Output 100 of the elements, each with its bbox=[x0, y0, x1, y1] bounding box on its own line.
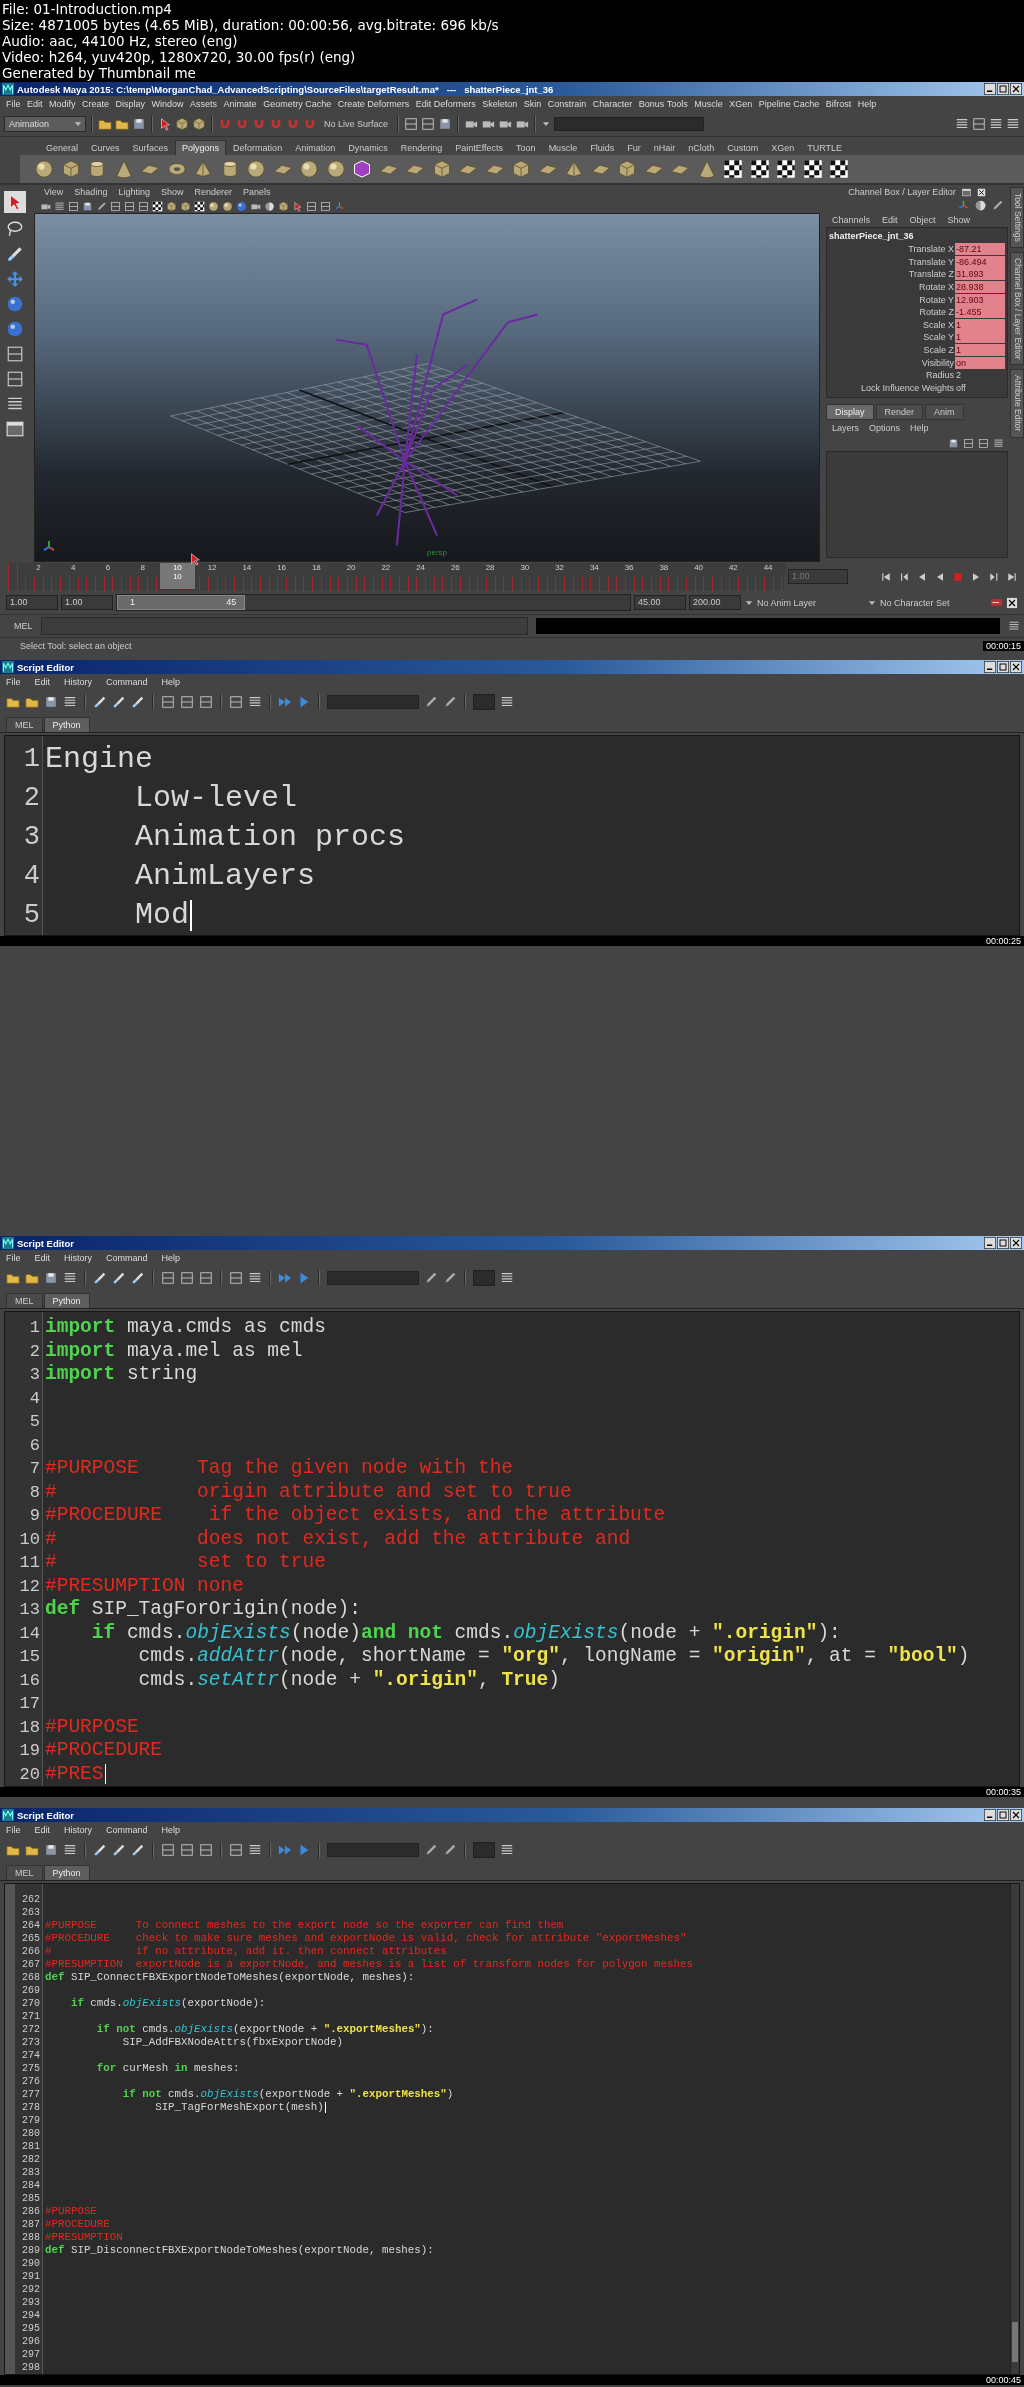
code-line[interactable]: Mod bbox=[45, 896, 190, 935]
menu-item[interactable]: File bbox=[6, 99, 21, 109]
step-forward-icon[interactable] bbox=[988, 570, 1000, 583]
lines-icon[interactable] bbox=[54, 200, 65, 212]
shelf-tab[interactable]: Fur bbox=[621, 141, 647, 155]
menu-item[interactable]: Help bbox=[857, 99, 877, 109]
brush-icon[interactable] bbox=[93, 1271, 107, 1285]
cube-icon[interactable] bbox=[180, 200, 191, 212]
cube-icon[interactable] bbox=[617, 159, 637, 179]
lines-icon[interactable] bbox=[248, 1843, 262, 1857]
menu-item[interactable]: Create Deformers bbox=[337, 99, 410, 109]
sphere-icon[interactable] bbox=[236, 200, 247, 212]
lines-icon[interactable] bbox=[1008, 619, 1020, 632]
cube-icon[interactable] bbox=[352, 159, 372, 179]
shelf-tab[interactable]: Custom bbox=[721, 141, 765, 155]
lines-icon[interactable] bbox=[248, 1271, 262, 1285]
panel-icon[interactable] bbox=[161, 1271, 175, 1285]
code-line[interactable]: if cmds.objExists(exportNode): bbox=[45, 1997, 266, 2010]
folder-icon[interactable] bbox=[25, 1843, 39, 1857]
code-line[interactable]: def SIP_TagForOrigin(node): bbox=[45, 1598, 361, 1622]
menu-item[interactable]: File bbox=[6, 1253, 21, 1263]
skip-start-icon[interactable] bbox=[880, 570, 892, 583]
fast-forward-icon[interactable] bbox=[278, 1843, 292, 1857]
panel-icon[interactable] bbox=[199, 1843, 213, 1857]
shelf-tab[interactable]: nCloth bbox=[682, 141, 721, 155]
channel-menu-item[interactable]: Show bbox=[947, 215, 971, 225]
panel-icon[interactable] bbox=[161, 1843, 175, 1857]
code-line[interactable]: if cmds.objExists(node)and not cmds.objExists(node + ".origin"): bbox=[45, 1621, 841, 1645]
editor-tab[interactable]: Python bbox=[43, 717, 90, 732]
checker-icon[interactable] bbox=[194, 200, 205, 212]
checker-icon[interactable] bbox=[776, 159, 796, 179]
menu-item[interactable]: XGen bbox=[729, 99, 753, 109]
sphere-icon[interactable] bbox=[6, 320, 24, 338]
maximize-icon[interactable] bbox=[997, 1809, 1009, 1821]
panel-icon[interactable] bbox=[963, 438, 974, 450]
side-tab[interactable]: Channel Box / Layer Editor bbox=[1010, 251, 1024, 366]
code-line[interactable]: cmds.addAttr(node, shortName = "org", longName = "origin", at = "bool") bbox=[45, 1645, 970, 1669]
lines-icon[interactable] bbox=[500, 695, 514, 709]
shelf-tab[interactable]: Curves bbox=[85, 141, 126, 155]
menu-item[interactable]: Character bbox=[592, 99, 633, 109]
checker-icon[interactable] bbox=[749, 159, 770, 179]
attribute-value-field[interactable]: 12.903 bbox=[955, 293, 1005, 306]
pen-icon[interactable] bbox=[424, 695, 438, 709]
panel-icon[interactable] bbox=[110, 200, 121, 212]
brush-icon[interactable] bbox=[6, 245, 24, 263]
code-line[interactable]: SIP_TagForMeshExport(mesh) bbox=[45, 2101, 324, 2114]
panel-icon[interactable] bbox=[6, 345, 24, 363]
shelf-tab[interactable]: Deformation bbox=[227, 141, 289, 155]
minimize-icon[interactable] bbox=[984, 1809, 996, 1821]
maximize-icon[interactable] bbox=[997, 1237, 1009, 1249]
maximize-icon[interactable] bbox=[997, 83, 1009, 95]
menu-item[interactable]: Edit Deformers bbox=[415, 99, 476, 109]
code-line[interactable]: cmds.setAttr(node + ".origin", True) bbox=[45, 1668, 560, 1692]
menu-item[interactable]: Pipeline Cache bbox=[758, 99, 820, 109]
shelf-tab[interactable]: Muscle bbox=[542, 141, 584, 155]
panel-icon[interactable] bbox=[229, 695, 243, 709]
panel-icon[interactable] bbox=[306, 200, 317, 212]
menu-item[interactable]: Help bbox=[161, 1253, 181, 1263]
shelf-tab[interactable]: PaintEffects bbox=[449, 141, 510, 155]
shelf-tab[interactable]: Dynamics bbox=[342, 141, 394, 155]
sphere-icon[interactable] bbox=[325, 159, 346, 179]
search-field[interactable] bbox=[327, 695, 419, 709]
menu-item[interactable]: History bbox=[64, 1253, 93, 1263]
code-line[interactable]: Low-level bbox=[45, 779, 298, 818]
side-tab[interactable]: Attribute Editor bbox=[1010, 369, 1024, 438]
panel-icon[interactable] bbox=[199, 1271, 213, 1285]
sphere-icon[interactable] bbox=[222, 200, 233, 212]
menu-item[interactable]: Window bbox=[151, 99, 184, 109]
menu-item[interactable]: Assets bbox=[190, 99, 218, 109]
range-slider[interactable]: 1 45 bbox=[117, 595, 246, 611]
circle-icon[interactable] bbox=[974, 199, 987, 212]
fast-forward-icon[interactable] bbox=[278, 1271, 292, 1285]
attribute-value-field[interactable]: 1 bbox=[955, 331, 1005, 344]
code-line[interactable]: Engine bbox=[45, 740, 154, 779]
layer-tab[interactable]: Anim bbox=[925, 404, 964, 421]
lasso-icon[interactable] bbox=[6, 220, 24, 238]
brush-icon[interactable] bbox=[93, 1843, 107, 1857]
lines-icon[interactable] bbox=[248, 695, 262, 709]
minimize-icon[interactable] bbox=[984, 1237, 996, 1249]
attribute-value-field[interactable]: 28.938 bbox=[955, 281, 1005, 294]
lines-icon[interactable] bbox=[993, 438, 1004, 450]
close-icon[interactable] bbox=[1010, 83, 1022, 95]
menu-item[interactable]: Bifrost bbox=[825, 99, 852, 109]
move-icon[interactable] bbox=[6, 270, 24, 288]
line-field[interactable] bbox=[473, 1270, 495, 1286]
sphere-icon[interactable] bbox=[246, 159, 266, 179]
editor-tab[interactable]: MEL bbox=[6, 1293, 43, 1308]
panel-icon[interactable] bbox=[180, 695, 194, 709]
attribute-value-field[interactable]: -86.494 bbox=[955, 255, 1005, 268]
menu-item[interactable]: Skeleton bbox=[482, 99, 518, 109]
panel-menu-item[interactable]: Lighting bbox=[118, 187, 150, 197]
panel-icon[interactable] bbox=[972, 117, 986, 131]
attribute-value-field[interactable]: 1 bbox=[955, 318, 1005, 331]
menu-item[interactable]: Edit bbox=[34, 1253, 51, 1263]
menu-item[interactable]: Edit bbox=[27, 99, 43, 109]
layer-tab[interactable]: Display bbox=[826, 404, 874, 421]
menu-item[interactable]: Skin bbox=[523, 99, 542, 109]
cube-icon[interactable] bbox=[278, 200, 289, 212]
cube-icon[interactable] bbox=[166, 200, 177, 212]
minimize-icon[interactable] bbox=[984, 83, 996, 95]
